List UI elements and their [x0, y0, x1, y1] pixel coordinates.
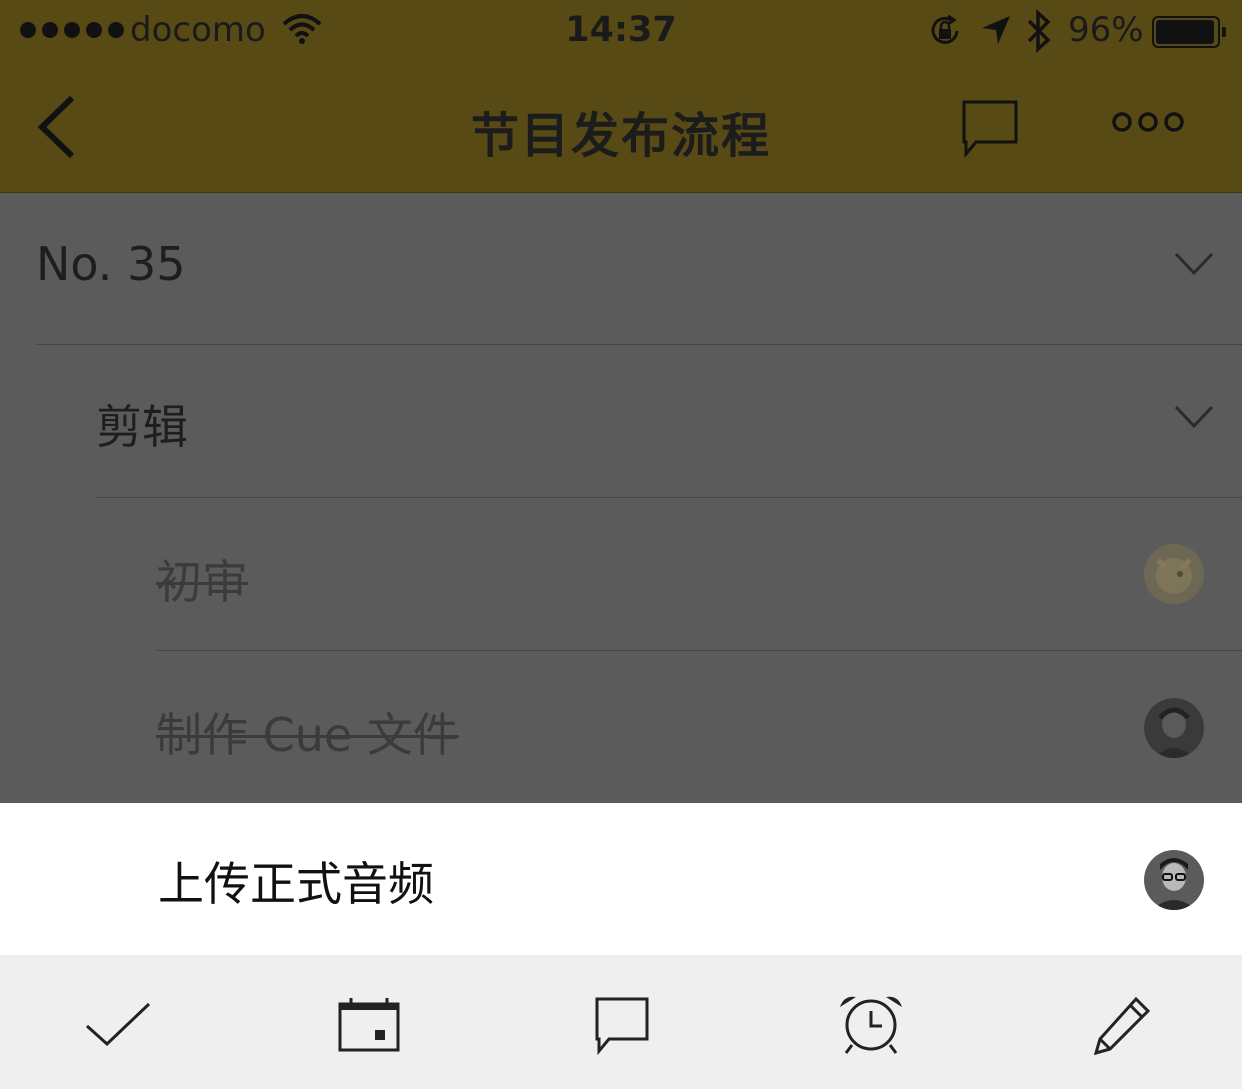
battery-icon — [1152, 16, 1226, 48]
clock: 14:37 — [565, 10, 677, 50]
battery-percentage: 96% — [1068, 10, 1144, 50]
pencil-icon[interactable] — [1086, 989, 1158, 1061]
task-label: 制作 Cue 文件 — [156, 708, 459, 762]
task-row[interactable]: 制作 Cue 文件 — [0, 651, 1242, 803]
navigation-bar: 节目发布流程 — [0, 64, 1242, 193]
more-icon[interactable] — [1110, 110, 1186, 138]
check-icon[interactable] — [82, 989, 154, 1061]
page-title: 节目发布流程 — [470, 108, 771, 164]
project-label: No. 35 — [36, 237, 186, 291]
selected-task-row[interactable]: 上传正式音频 — [0, 803, 1242, 955]
comment-icon[interactable] — [585, 989, 657, 1061]
bluetooth-icon — [1024, 8, 1054, 58]
task-row[interactable]: 初审 — [0, 498, 1242, 650]
action-toolbar — [0, 955, 1242, 1089]
location-arrow-icon — [980, 14, 1012, 50]
rotation-lock-icon — [926, 12, 964, 54]
chevron-down-icon[interactable] — [1174, 251, 1214, 281]
status-bar: docomo 14:37 96% — [0, 0, 1242, 64]
project-row[interactable]: No. 35 — [0, 193, 1242, 345]
section-label: 剪辑 — [96, 400, 188, 454]
selected-task-label: 上传正式音频 — [158, 857, 434, 911]
calendar-icon[interactable] — [333, 989, 405, 1061]
alarm-clock-icon[interactable] — [835, 989, 907, 1061]
avatar-icon — [1144, 698, 1204, 758]
comment-icon[interactable] — [960, 98, 1020, 162]
avatar-icon — [1144, 544, 1204, 604]
avatar-icon — [1144, 850, 1204, 910]
section-row[interactable]: 剪辑 — [0, 345, 1242, 497]
task-label: 初审 — [156, 555, 248, 609]
chevron-down-icon[interactable] — [1174, 404, 1214, 434]
